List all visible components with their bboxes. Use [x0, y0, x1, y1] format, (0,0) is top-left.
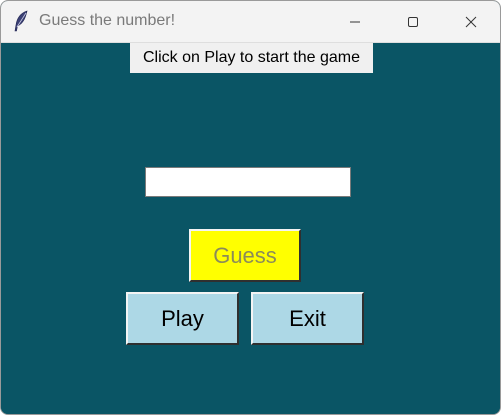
- status-label: Click on Play to start the game: [130, 43, 373, 73]
- exit-button[interactable]: Exit: [251, 292, 364, 345]
- guess-button[interactable]: Guess: [189, 229, 301, 282]
- minimize-button[interactable]: [326, 1, 384, 42]
- guess-input[interactable]: [145, 167, 351, 197]
- play-button[interactable]: Play: [126, 292, 239, 345]
- minimize-icon: [349, 16, 361, 28]
- window-title: Guess the number!: [39, 12, 176, 29]
- close-button[interactable]: [442, 1, 500, 42]
- main-content: Click on Play to start the game Guess Pl…: [1, 43, 500, 414]
- maximize-icon: [407, 16, 419, 28]
- title-bar[interactable]: Guess the number!: [1, 1, 500, 43]
- app-window: Guess the number! Click on Play to start…: [0, 0, 501, 415]
- feather-icon: [12, 10, 30, 32]
- close-icon: [465, 16, 477, 28]
- maximize-button[interactable]: [384, 1, 442, 42]
